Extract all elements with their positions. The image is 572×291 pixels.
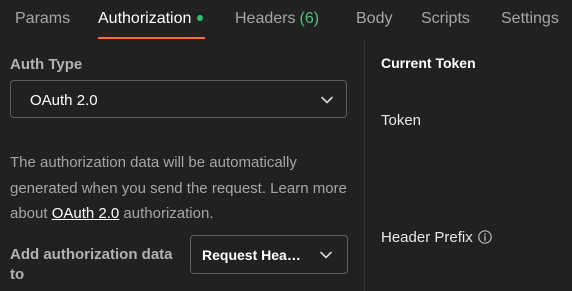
active-tab-underline: [98, 37, 205, 39]
auth-description-suffix: authorization.: [119, 205, 214, 222]
tab-scripts-label: Scripts: [421, 10, 470, 27]
tab-body-label: Body: [356, 10, 393, 27]
tab-params-label: Params: [15, 10, 71, 27]
oauth-docs-link[interactable]: OAuth 2.0: [52, 205, 120, 222]
auth-description: The authorization data will be automatic…: [10, 150, 355, 227]
auth-type-select[interactable]: OAuth 2.0: [10, 80, 347, 118]
header-prefix-row: Header Prefix: [381, 229, 492, 246]
tab-body[interactable]: Body: [356, 10, 392, 28]
token-label: Token: [381, 112, 422, 129]
add-auth-data-label: Add authorization data to: [10, 246, 173, 283]
tab-settings[interactable]: Settings: [501, 10, 559, 28]
current-token-heading: Current Token: [381, 55, 476, 71]
headers-count: (6): [299, 10, 320, 27]
tab-scripts[interactable]: Scripts: [421, 10, 470, 28]
chevron-down-icon: [320, 251, 332, 259]
tab-headers[interactable]: Headers (6): [235, 10, 319, 28]
chevron-down-icon: [321, 96, 333, 104]
tab-authorization[interactable]: Authorization: [98, 10, 204, 28]
tab-settings-label: Settings: [501, 10, 559, 27]
tab-authorization-label: Authorization: [98, 10, 192, 27]
add-auth-data-value: Request Headers: [202, 247, 306, 263]
auth-type-value: OAuth 2.0: [30, 92, 98, 109]
modified-indicator-dot: [197, 14, 204, 21]
header-prefix-label: Header Prefix: [381, 229, 473, 246]
tab-params[interactable]: Params: [15, 10, 70, 28]
tab-headers-label: Headers: [235, 10, 296, 27]
info-icon[interactable]: [477, 230, 492, 244]
auth-type-label: Auth Type: [10, 56, 83, 73]
add-auth-data-select[interactable]: Request Headers: [190, 235, 348, 274]
panel-divider: [364, 40, 365, 291]
request-tabs: Params Authorization Headers (6) Body Scr…: [0, 0, 572, 40]
